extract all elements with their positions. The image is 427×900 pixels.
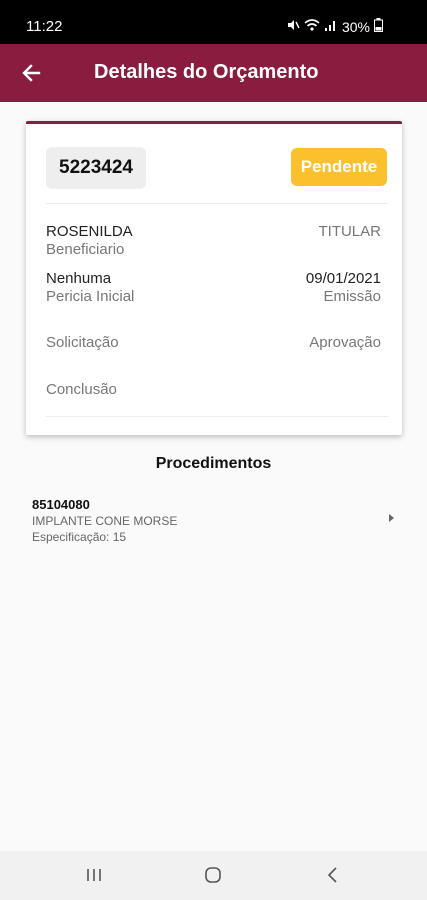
status-time: 11:22 [26,18,63,35]
recent-apps-button[interactable] [82,863,106,887]
home-button[interactable] [201,863,225,887]
signal-icon [324,18,338,35]
system-back-button[interactable] [321,863,345,887]
status-bar: 11:22 30% [0,0,427,44]
recent-apps-icon [87,869,101,881]
divider [46,416,388,417]
request-label: Solicitação [46,334,119,351]
battery-text: 30% [341,18,370,35]
pericia-field: Nenhuma Pericia Inicial [46,270,134,306]
divider [46,203,388,204]
approval-label: Aprovação [309,334,381,351]
wifi-icon [304,18,320,35]
budget-card: 5223424 Pendente ROSENILDA Beneficiario … [26,121,402,435]
beneficiary-name: ROSENILDA [46,223,133,240]
emission-date: 09/01/2021 [305,270,381,287]
pericia-value: Nenhuma [46,270,112,287]
procedures-title: Procedimentos [155,455,272,472]
chevron-right-icon [389,514,394,522]
beneficiary-type-field: TITULAR [318,223,381,241]
beneficiary-field: ROSENILDA Beneficiario [46,223,133,259]
conclusion-label: Conclusão [46,381,117,398]
pericia-label: Pericia Inicial [46,288,135,305]
back-button[interactable] [18,60,44,86]
list-item[interactable]: 85104080 IMPLANTE CONE MORSE Especificaç… [32,496,394,548]
arrow-left-icon [22,64,41,82]
request-field: Solicitação [46,334,119,352]
back-icon [327,867,337,883]
beneficiary-label: Beneficiario [46,241,125,258]
emission-label: Emissão [323,288,381,305]
system-nav-bar [0,851,427,900]
approval-field: Aprovação [309,334,381,352]
procedure-code: 85104080 [32,497,90,512]
battery-icon [374,18,383,35]
app-bar: Detalhes do Orçamento [0,44,427,102]
home-icon [205,867,221,883]
mute-icon [286,18,300,35]
status-icons: 30% [286,18,383,35]
conclusion-field: Conclusão [46,381,117,399]
procedure-name: IMPLANTE CONE MORSE [32,514,178,528]
page-title: Detalhes do Orçamento [94,61,319,83]
emission-field: 09/01/2021 Emissão [306,270,381,306]
procedure-spec: Especificação: 15 [32,530,127,544]
status-badge: Pendente [291,148,387,186]
budget-number: 5223424 [46,147,146,189]
beneficiary-type: TITULAR [318,223,381,240]
